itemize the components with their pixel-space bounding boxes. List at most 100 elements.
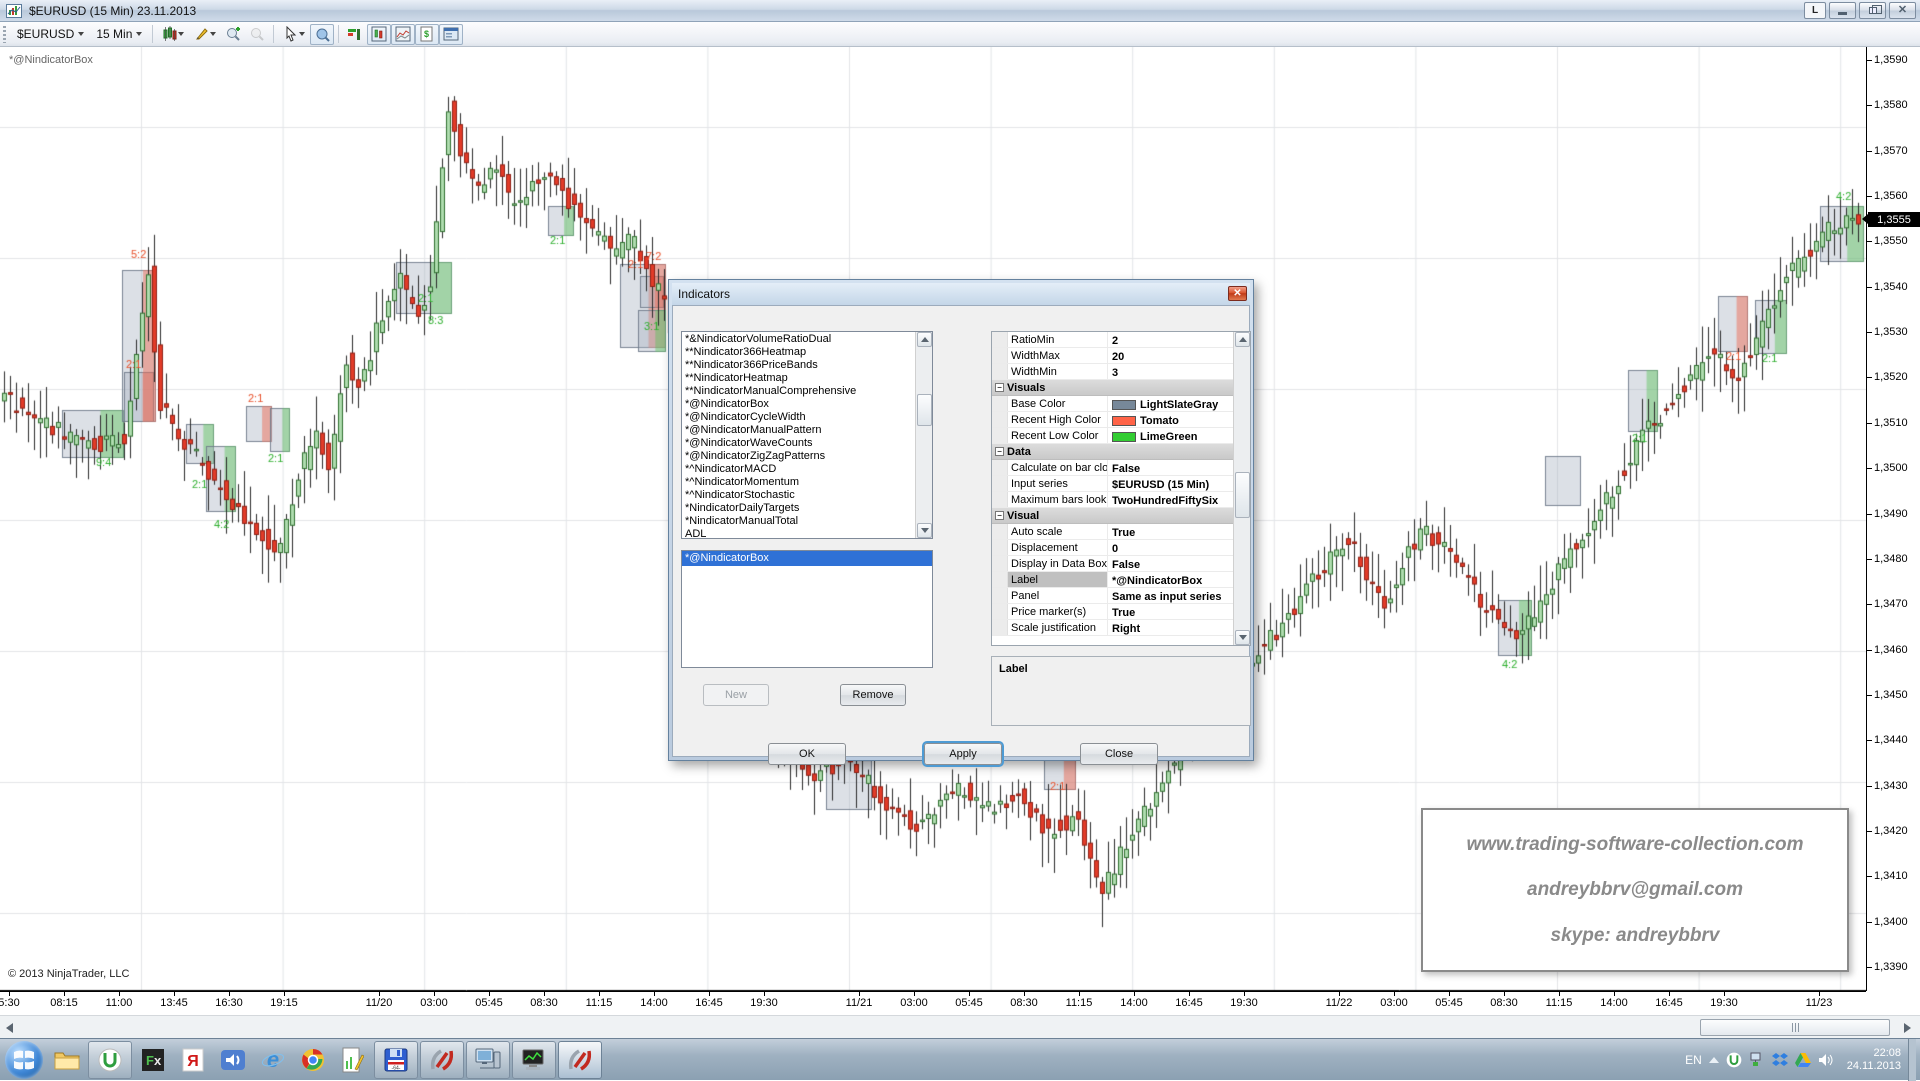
- indicator-list-item[interactable]: *^NindicatorMomentum: [683, 476, 914, 489]
- gdrive-tray-icon[interactable]: [1795, 1052, 1811, 1068]
- property-row[interactable]: Displacement0: [992, 540, 1250, 556]
- property-value[interactable]: LimeGreen: [1108, 428, 1250, 443]
- selected-indicator-item[interactable]: *@NindicatorBox: [682, 551, 932, 566]
- link-button[interactable]: L: [1804, 2, 1826, 19]
- remote-desktop-icon[interactable]: [466, 1041, 510, 1079]
- price-axis[interactable]: 1,35901,35801,35701,35601,35501,35401,35…: [1866, 47, 1920, 991]
- property-row[interactable]: Price marker(s)True: [992, 604, 1250, 620]
- property-row[interactable]: Base ColorLightSlateGray: [992, 396, 1250, 412]
- scrollbar-thumb[interactable]: [1235, 472, 1250, 518]
- property-value[interactable]: LightSlateGray: [1108, 396, 1250, 411]
- scroll-up-icon[interactable]: [1235, 332, 1250, 347]
- floppy-backup-icon[interactable]: -64-: [374, 1041, 418, 1079]
- property-value[interactable]: *@NindicatorBox: [1108, 572, 1250, 587]
- property-value[interactable]: $EURUSD (15 Min): [1108, 476, 1250, 491]
- tray-expand-icon[interactable]: [1709, 1057, 1719, 1063]
- window-panel-button[interactable]: [439, 24, 463, 45]
- ninjatrader-icon[interactable]: [420, 1041, 464, 1079]
- indicator-list-item[interactable]: *NindicatorDailyTargets: [683, 502, 914, 515]
- property-value[interactable]: TwoHundredFiftySix: [1108, 492, 1250, 507]
- property-value[interactable]: 3: [1108, 364, 1250, 379]
- network-tray-icon[interactable]: [1749, 1052, 1765, 1068]
- property-value[interactable]: False: [1108, 460, 1250, 475]
- property-row[interactable]: Label*@NindicatorBox: [992, 572, 1250, 588]
- indicator-list-item[interactable]: *^NindicatorMACD: [683, 463, 914, 476]
- horizontal-scrollbar[interactable]: [0, 1015, 1920, 1038]
- indicator-list-item[interactable]: *@NindicatorZigZagPatterns: [683, 450, 914, 463]
- grid-scrollbar[interactable]: [1233, 332, 1250, 645]
- instrument-selector[interactable]: $EURUSD: [11, 25, 90, 43]
- scroll-right-icon[interactable]: [1900, 1021, 1914, 1035]
- scroll-down-icon[interactable]: [1235, 630, 1250, 645]
- indicator-list-item[interactable]: *^NindicatorStochastic: [683, 489, 914, 502]
- collapse-icon[interactable]: −: [995, 383, 1004, 392]
- property-value[interactable]: Same as input series: [1108, 588, 1250, 603]
- chart-panel-button[interactable]: [367, 24, 391, 45]
- remove-button[interactable]: Remove: [840, 684, 906, 706]
- property-value[interactable]: False: [1108, 556, 1250, 571]
- start-button[interactable]: [5, 1041, 43, 1079]
- language-indicator[interactable]: EN: [1685, 1053, 1702, 1067]
- dialog-titlebar[interactable]: Indicators ✕: [672, 283, 1250, 305]
- chart-style-button[interactable]: [157, 24, 189, 45]
- available-indicators-list[interactable]: *&NindicatorVolumeRatioDual**Nindicator3…: [681, 331, 933, 539]
- new-button[interactable]: New: [703, 684, 769, 706]
- property-value[interactable]: Right: [1108, 620, 1250, 635]
- properties-grid[interactable]: RatioMin2WidthMax20WidthMin3−VisualsBase…: [991, 331, 1251, 646]
- indicator-list-item[interactable]: **Nindicator366PriceBands: [683, 359, 914, 372]
- property-row[interactable]: Recent Low ColorLimeGreen: [992, 428, 1250, 444]
- forex-app-icon[interactable]: Fx: [134, 1041, 172, 1079]
- collapse-icon[interactable]: −: [995, 511, 1004, 520]
- property-section-header[interactable]: −Visuals: [992, 380, 1250, 396]
- indicator-list-item[interactable]: *NindicatorManualTotal: [683, 515, 914, 528]
- scrollbar-thumb[interactable]: [917, 394, 932, 426]
- zoom-out-button[interactable]: [245, 24, 269, 45]
- minimize-button[interactable]: [1829, 2, 1856, 19]
- property-row[interactable]: RatioMin2: [992, 332, 1250, 348]
- property-section-header[interactable]: −Visual: [992, 508, 1250, 524]
- close-dialog-button[interactable]: Close: [1080, 743, 1158, 765]
- indicator-list-item[interactable]: *&NindicatorVolumeRatioDual: [683, 333, 914, 346]
- volume-app-icon[interactable]: [214, 1041, 252, 1079]
- utorrent-icon[interactable]: [88, 1041, 132, 1079]
- property-value[interactable]: 2: [1108, 332, 1250, 347]
- property-section-header[interactable]: −Data: [992, 444, 1250, 460]
- property-row[interactable]: Recent High ColorTomato: [992, 412, 1250, 428]
- cursor-tool-button[interactable]: [278, 24, 310, 45]
- dropbox-tray-icon[interactable]: [1772, 1052, 1788, 1068]
- explorer-icon[interactable]: [48, 1041, 86, 1079]
- property-value[interactable]: 20: [1108, 348, 1250, 363]
- property-row[interactable]: WidthMax20: [992, 348, 1250, 364]
- property-row[interactable]: Auto scaleTrue: [992, 524, 1250, 540]
- property-value[interactable]: True: [1108, 524, 1250, 539]
- time-axis[interactable]: 5:3008:1511:0013:4516:3019:1511/2003:000…: [0, 991, 1866, 1015]
- collapse-icon[interactable]: −: [995, 447, 1004, 456]
- property-value[interactable]: True: [1108, 604, 1250, 619]
- indicator-list-item[interactable]: **Nindicator366Heatmap: [683, 346, 914, 359]
- internet-explorer-icon[interactable]: e: [254, 1041, 292, 1079]
- property-value[interactable]: Tomato: [1108, 412, 1250, 427]
- notes-chart-icon[interactable]: [334, 1041, 372, 1079]
- zoom-in-button[interactable]: [221, 24, 245, 45]
- property-row[interactable]: Scale justificationRight: [992, 620, 1250, 636]
- window-titlebar[interactable]: $EURUSD (15 Min) 23.11.2013 L ✕: [0, 0, 1920, 22]
- dialog-close-icon[interactable]: ✕: [1228, 286, 1247, 301]
- show-desktop-button[interactable]: [1908, 1039, 1916, 1081]
- close-button[interactable]: ✕: [1889, 2, 1916, 19]
- indicator-list-item[interactable]: *@NindicatorManualPattern: [683, 424, 914, 437]
- indicator-list-item[interactable]: *@NindicatorWaveCounts: [683, 437, 914, 450]
- property-row[interactable]: Input series$EURUSD (15 Min): [992, 476, 1250, 492]
- property-row[interactable]: Maximum bars look baTwoHundredFiftySix: [992, 492, 1250, 508]
- data-box-button[interactable]: [310, 24, 334, 45]
- property-row[interactable]: Calculate on bar closeFalse: [992, 460, 1250, 476]
- property-row[interactable]: WidthMin3: [992, 364, 1250, 380]
- scrollbar-thumb[interactable]: [1700, 1019, 1890, 1036]
- apply-button[interactable]: Apply: [924, 743, 1002, 765]
- yandex-icon[interactable]: Я: [174, 1041, 212, 1079]
- property-value[interactable]: 0: [1108, 540, 1250, 555]
- scroll-down-icon[interactable]: [917, 523, 932, 538]
- indicator-list-item[interactable]: **NindicatorManualComprehensive: [683, 385, 914, 398]
- ok-button[interactable]: OK: [768, 743, 846, 765]
- volume-tray-icon[interactable]: [1818, 1052, 1834, 1068]
- list-scrollbar[interactable]: [915, 332, 932, 538]
